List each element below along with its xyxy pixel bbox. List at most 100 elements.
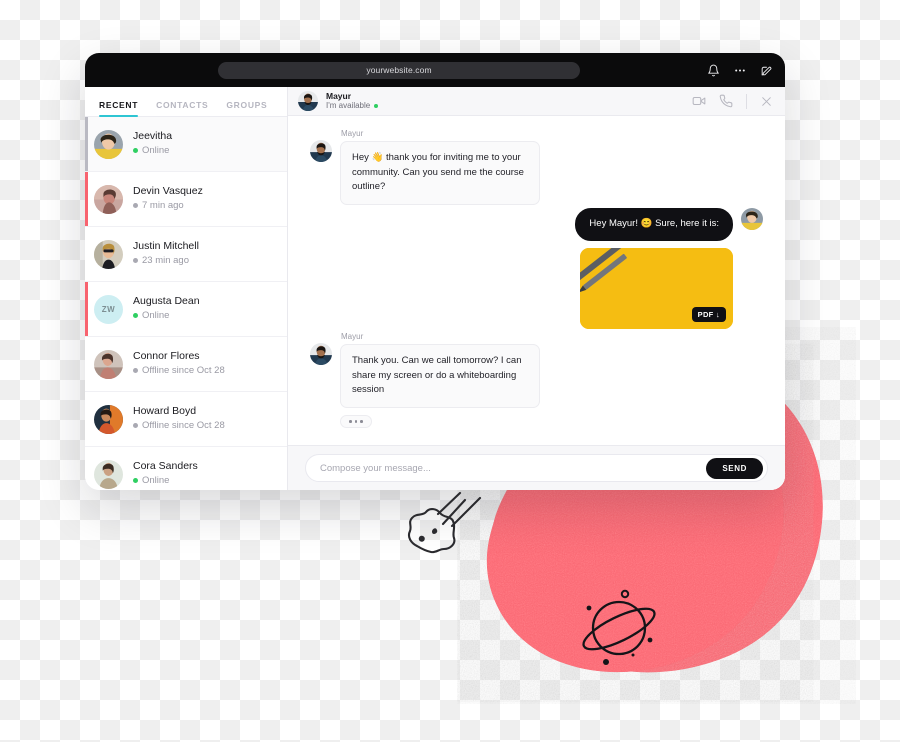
avatar [94,129,123,159]
list-item-text: Cora Sanders Online [133,460,198,487]
avatar [310,140,332,162]
list-item-text: Devin Vasquez 7 min ago [133,185,203,212]
contact-status-label: Offline since Oct 28 [142,364,225,376]
contact-status-label: Online [142,474,170,486]
bell-icon[interactable] [707,64,720,77]
chat-panel: Mayur I'm available Mayur Hey 👋 thank yo… [288,87,785,490]
contact-status: Offline since Oct 28 [133,364,225,378]
list-item[interactable]: Connor Flores Offline since Oct 28 [85,337,287,392]
avatar [94,184,123,214]
message-column: Mayur Thank you. Can we call tomorrow? I… [340,332,540,428]
message-column: Mayur Hey 👋 thank you for inviting me to… [340,129,540,206]
chat-header: Mayur I'm available [288,87,785,116]
send-button[interactable]: SEND [706,457,763,479]
chat-header-text: Mayur I'm available [326,90,379,112]
message-row-incoming: Mayur Hey 👋 thank you for inviting me to… [310,129,763,206]
presence-dot [133,478,138,484]
video-call-icon[interactable] [692,94,706,108]
close-icon[interactable] [760,95,773,108]
phone-call-icon[interactable] [719,94,733,108]
tab-recent-label: RECENT [99,100,139,110]
message-row-incoming: Mayur Thank you. Can we call tomorrow? I… [310,332,763,428]
message-row-outgoing: Hey Mayur! 😊 Sure, here it is: PDF ↓ [310,208,763,329]
contact-status: Offline since Oct 28 [133,419,225,433]
list-item[interactable]: Justin Mitchell 23 min ago [85,227,287,282]
app-window: yourwebsite.com RECENT CONTACTS GROUPS J… [85,53,785,490]
list-item-text: Howard Boyd Offline since Oct 28 [133,405,225,432]
compose-icon[interactable] [760,64,773,77]
avatar-initials: ZW [94,294,123,324]
contact-status: Online [133,144,172,158]
list-item-text: Justin Mitchell 23 min ago [133,240,199,267]
planet-stars [586,589,653,665]
list-item[interactable]: Devin Vasquez 7 min ago [85,172,287,227]
more-dots-icon[interactable] [733,64,747,77]
tab-recent[interactable]: RECENT [99,100,139,117]
browser-chrome-bar: yourwebsite.com [85,53,785,87]
message-bubble[interactable]: Hey Mayur! 😊 Sure, here it is: [575,208,733,241]
comet-doodle [407,491,482,554]
url-text: yourwebsite.com [366,65,432,75]
list-item[interactable]: Howard Boyd Offline since Oct 28 [85,392,287,447]
avatar [94,239,123,269]
contact-name: Connor Flores [133,350,200,363]
app-body: RECENT CONTACTS GROUPS Jeevitha Online D… [85,87,785,490]
compose-field-wrapper[interactable]: SEND [305,454,768,482]
presence-dot [133,203,138,209]
contact-status-label: 23 min ago [142,254,190,266]
message-composer: SEND [288,445,785,490]
contact-status: 7 min ago [133,199,203,213]
message-bubble[interactable]: Thank you. Can we call tomorrow? I can s… [340,343,540,409]
avatar [94,349,123,379]
browser-actions [707,64,773,77]
contact-status-label: Online [142,309,170,321]
tab-contacts[interactable]: CONTACTS [156,100,208,116]
message-input[interactable] [320,462,707,474]
presence-dot [133,258,138,264]
contact-name: Augusta Dean [133,295,200,308]
avatar [298,91,318,111]
url-bar[interactable]: yourwebsite.com [218,61,580,79]
contact-name: Devin Vasquez [133,185,203,198]
list-item[interactable]: Jeevitha Online [85,117,287,172]
presence-dot [133,148,138,154]
contact-status-label: 7 min ago [142,199,184,211]
avatar [741,208,763,231]
avatar [310,342,332,365]
presence-dot [133,313,138,319]
typing-dot [354,420,357,423]
list-item[interactable]: ZW Augusta Dean Online [85,282,287,337]
chat-status-label: I'm available [326,101,371,111]
sidebar: RECENT CONTACTS GROUPS Jeevitha Online D… [85,87,288,490]
pdf-badge-label: PDF ↓ [697,309,720,319]
comet-doodle-face [418,528,438,542]
chat-contact-status: I'm available [326,101,379,111]
typing-dot [349,420,352,423]
presence-dot [133,368,138,374]
contact-name: Justin Mitchell [133,240,199,253]
typing-indicator [340,415,372,428]
list-item[interactable]: Cora Sanders Online [85,447,287,490]
contact-status: Online [133,474,198,488]
contact-status-label: Offline since Oct 28 [142,419,225,431]
contact-status-label: Online [142,144,170,156]
list-item-text: Augusta Dean Online [133,295,200,322]
pdf-download-badge[interactable]: PDF ↓ [691,306,726,322]
presence-dot [133,423,138,429]
contact-name: Jeevitha [133,130,173,143]
pdf-attachment-card[interactable]: PDF ↓ [580,247,733,329]
tab-contacts-label: CONTACTS [156,100,209,110]
contact-name: Howard Boyd [133,405,197,418]
avatar-initials-text: ZW [101,304,116,314]
chat-header-actions [692,93,773,109]
divider [746,93,747,109]
message-bubble[interactable]: Hey 👋 thank you for inviting me to your … [340,141,540,206]
avatar [94,459,123,489]
tab-groups[interactable]: GROUPS [226,100,267,116]
avatar [94,404,123,434]
typing-dot [360,420,363,423]
presence-dot [374,104,379,109]
chat-contact-name: Mayur [326,90,352,101]
contact-name: Cora Sanders [133,460,198,473]
list-item-text: Connor Flores Offline since Oct 28 [133,350,225,377]
